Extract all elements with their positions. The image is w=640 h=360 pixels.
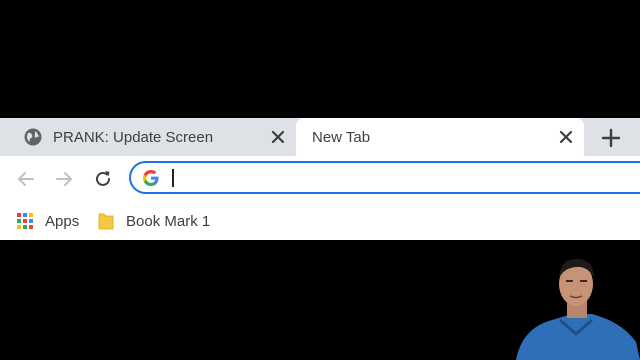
address-input[interactable] [169, 167, 639, 188]
folder-icon [98, 213, 114, 230]
tab-prank-update-screen[interactable]: PRANK: Update Screen [0, 118, 296, 156]
browser-window: PRANK: Update Screen New Tab Apps Book M… [0, 118, 640, 240]
text-caret [172, 169, 174, 187]
tab-title: PRANK: Update Screen [53, 129, 214, 146]
bookmark-apps[interactable]: Apps [16, 210, 79, 232]
globe-icon [24, 128, 42, 146]
close-icon[interactable] [270, 129, 286, 145]
forward-arrow-icon[interactable] [54, 169, 74, 189]
reload-icon[interactable] [93, 169, 113, 189]
google-g-icon [143, 170, 159, 186]
bookmarks-bar: Apps Book Mark 1 [0, 202, 640, 240]
bookmark-folder-book-mark-1[interactable]: Book Mark 1 [98, 210, 210, 232]
apps-grid-icon [17, 213, 33, 229]
close-icon[interactable] [558, 129, 574, 145]
new-tab-plus-icon[interactable] [600, 127, 622, 149]
tab-title: New Tab [312, 129, 371, 146]
bookmark-label: Book Mark 1 [126, 212, 211, 230]
navigation-toolbar [0, 156, 640, 202]
address-bar[interactable] [129, 161, 640, 194]
bookmark-label: Apps [45, 212, 80, 230]
tab-strip: PRANK: Update Screen New Tab [0, 118, 640, 156]
webcam-presenter-image [512, 250, 640, 360]
back-arrow-icon[interactable] [16, 169, 36, 189]
tab-new-tab[interactable]: New Tab [296, 118, 584, 156]
